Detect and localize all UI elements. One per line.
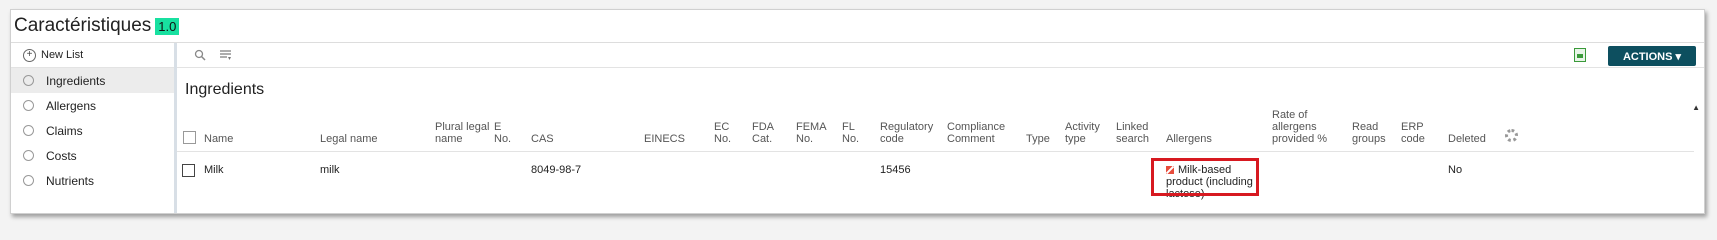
section-title: Ingredients (185, 81, 265, 98)
sidebar-item-label: Claims (46, 123, 83, 138)
actions-button[interactable]: ACTIONS ▾ (1608, 46, 1696, 66)
sidebar-item-label: Allergens (46, 98, 97, 113)
title-bar: Caractéristiques 1.0 (11, 10, 1704, 43)
header-fema-no[interactable]: FEMA No. (796, 121, 826, 145)
header-activity-type[interactable]: Activity type (1065, 121, 1105, 145)
radio-icon (23, 175, 34, 186)
page-title: Caractéristiques (14, 15, 152, 36)
highlight-box (1151, 158, 1259, 196)
header-compliance-comment[interactable]: Compliance Comment (947, 121, 1005, 145)
header-rate-allergens[interactable]: Rate of allergens provided % (1272, 109, 1344, 145)
radio-icon (23, 100, 34, 111)
header-deleted[interactable]: Deleted (1448, 133, 1486, 145)
header-plural-legal-name[interactable]: Plural legal name (435, 121, 491, 145)
new-list-label: New List (41, 49, 84, 61)
main-panel: ACTIONS ▾ Ingredients ▲ Name Legal name … (177, 43, 1704, 213)
sidebar-item-label: Costs (46, 148, 77, 163)
header-ec-no[interactable]: EC No. (714, 121, 736, 145)
header-regulatory-code[interactable]: Regulatory code (880, 121, 936, 145)
sidebar-item-label: Ingredients (46, 73, 106, 88)
cell-deleted: No (1448, 164, 1463, 176)
header-divider (177, 151, 1694, 152)
app-window: Caractéristiques 1.0 + New List Ingredie… (10, 9, 1705, 214)
gear-icon[interactable] (1505, 129, 1518, 142)
header-type[interactable]: Type (1026, 133, 1050, 145)
header-legal-name[interactable]: Legal name (320, 133, 378, 145)
header-read-groups[interactable]: Read groups (1352, 121, 1386, 145)
cell-name[interactable]: Milk (204, 164, 224, 176)
header-fda-cat[interactable]: FDA Cat. (752, 121, 778, 145)
cell-cas: 8049-98-7 (531, 164, 582, 176)
plus-icon: + (23, 48, 36, 62)
header-einecs[interactable]: EINECS (644, 133, 685, 145)
sidebar-item-nutrients[interactable]: Nutrients (11, 168, 174, 193)
sidebar: + New List Ingredients Allergens Claims … (11, 43, 177, 213)
radio-icon (23, 150, 34, 161)
list-filter-icon[interactable] (219, 49, 232, 64)
select-all-checkbox[interactable] (183, 131, 196, 144)
cell-legal-name: milk (320, 164, 340, 176)
header-linked-search[interactable]: Linked search (1116, 121, 1156, 145)
row-checkbox[interactable] (182, 164, 195, 177)
sidebar-item-costs[interactable]: Costs (11, 143, 174, 168)
excel-export-icon[interactable] (1574, 48, 1586, 62)
sidebar-item-allergens[interactable]: Allergens (11, 93, 174, 118)
sidebar-item-ingredients[interactable]: Ingredients (11, 68, 174, 93)
header-e-no[interactable]: E No. (494, 121, 516, 145)
new-list-button[interactable]: + New List (11, 43, 174, 68)
header-name[interactable]: Name (204, 133, 233, 145)
version-badge: 1.0 (155, 17, 180, 35)
header-fl-no[interactable]: FL No. (842, 121, 862, 145)
cell-regulatory-code: 15456 (880, 164, 911, 176)
header-cas[interactable]: CAS (531, 133, 554, 145)
header-allergens[interactable]: Allergens (1166, 133, 1212, 145)
toolbar: ACTIONS ▾ (177, 43, 1704, 68)
sidebar-item-label: Nutrients (46, 173, 95, 188)
search-icon[interactable] (194, 49, 206, 64)
scroll-up-icon[interactable]: ▲ (1692, 103, 1700, 112)
sidebar-item-claims[interactable]: Claims (11, 118, 174, 143)
radio-icon (23, 75, 34, 86)
radio-icon (23, 125, 34, 136)
header-erp-code[interactable]: ERP code (1401, 121, 1429, 145)
